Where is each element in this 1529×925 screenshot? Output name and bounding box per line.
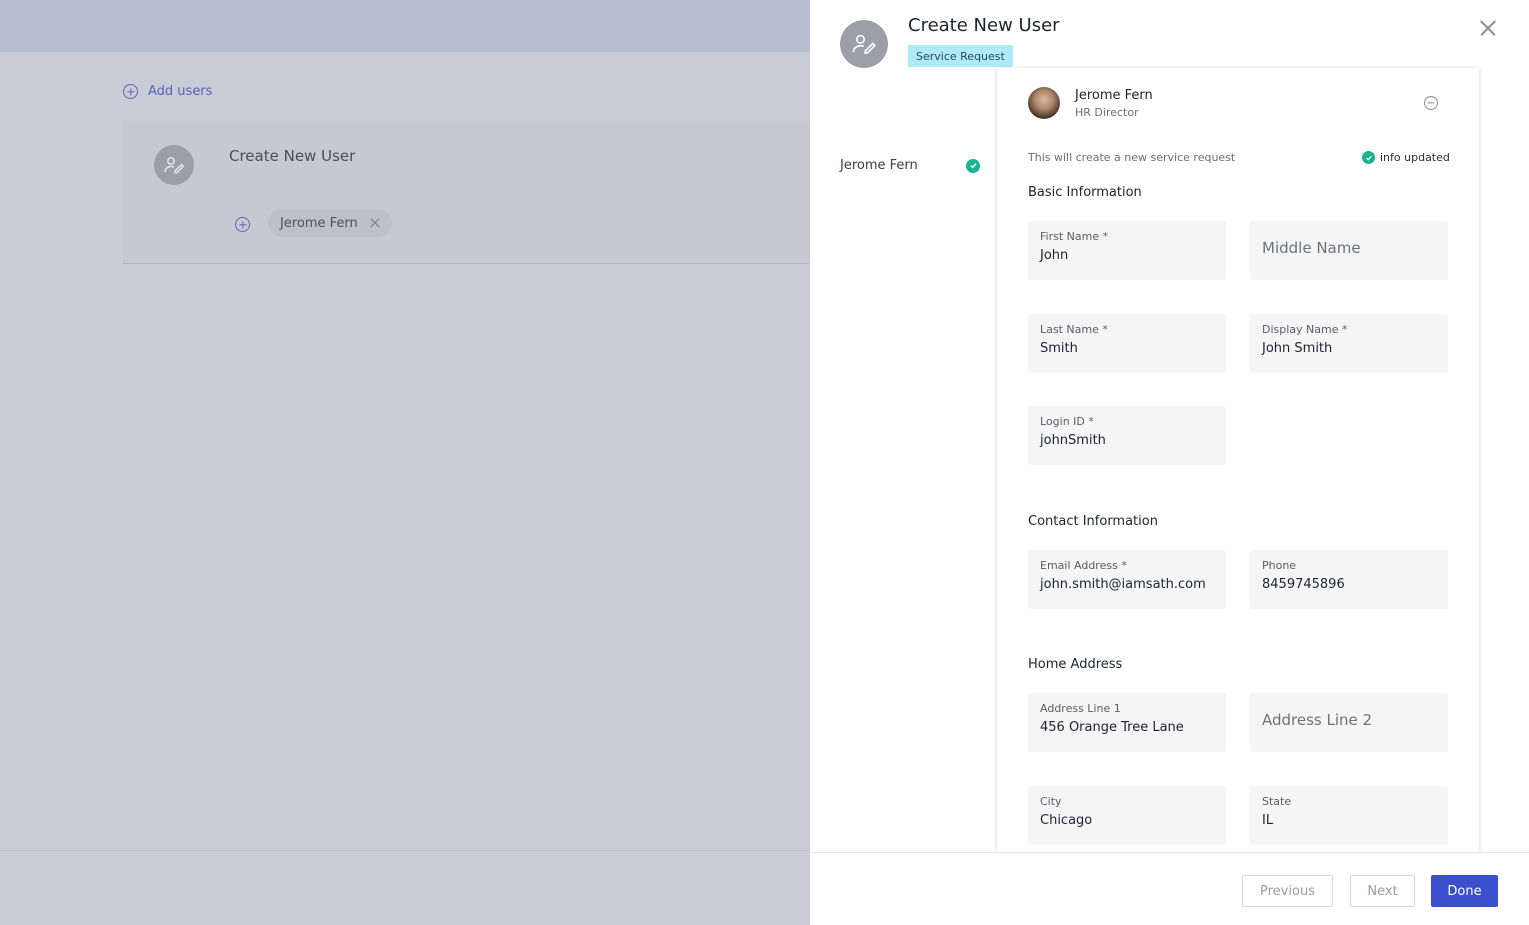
user-form: Jerome Fern HR Director This will create… [997,68,1479,852]
city-label: City [1040,795,1062,808]
first-name-label: First Name * [1040,230,1109,243]
phone-field[interactable]: Phone 8459745896 [1250,550,1448,609]
address-line-2-field[interactable]: Address Line 2 [1250,693,1448,752]
panel-footer-divider [810,852,1529,853]
address-line-1-value: 456 Orange Tree Lane [1040,720,1184,735]
close-icon[interactable] [370,218,380,228]
phone-label: Phone [1262,559,1297,572]
panel-title: Create New User [908,15,1060,36]
last-name-value: Smith [1040,341,1078,356]
done-button[interactable]: Done [1431,875,1498,907]
email-label: Email Address * [1040,559,1127,572]
state-label: State [1262,795,1292,808]
info-updated-label: info updated [1380,151,1450,164]
display-name-value: John Smith [1262,341,1333,356]
address-line-2-placeholder: Address Line 2 [1262,711,1373,729]
create-user-panel: Create New User Service Request Jerome F… [810,0,1529,925]
add-circle-icon [123,84,138,99]
login-id-label: Login ID * [1040,415,1094,428]
background-footer-divider [0,850,810,851]
address-line-1-label: Address Line 1 [1040,702,1121,715]
check-circle-icon [1362,151,1375,164]
login-id-field[interactable]: Login ID * johnSmith [1028,406,1226,465]
add-users-button[interactable]: Add users [123,84,212,99]
avatar [1028,87,1060,119]
nav-item-jerome-fern[interactable]: Jerome Fern [840,158,980,173]
request-note: This will create a new service request [1028,151,1236,164]
section-contact-information: Contact Information [1028,514,1158,529]
user-edit-icon [840,20,888,68]
add-users-label: Add users [148,84,213,99]
city-value: Chicago [1040,813,1093,828]
info-updated-status: info updated [1362,151,1450,164]
section-basic-information: Basic Information [1028,185,1142,200]
nav-item-label: Jerome Fern [840,158,918,173]
state-field[interactable]: State IL [1250,786,1448,845]
close-icon[interactable] [1478,18,1498,38]
remove-circle-icon[interactable] [1424,96,1438,110]
user-edit-icon [154,145,194,185]
middle-name-field[interactable]: Middle Name [1250,221,1448,280]
address-line-1-field[interactable]: Address Line 1 456 Orange Tree Lane [1028,693,1226,752]
first-name-field[interactable]: First Name * John [1028,221,1226,280]
first-name-value: John [1040,248,1069,263]
email-field[interactable]: Email Address * john.smith@iamsath.com [1028,550,1226,609]
check-circle-icon [966,158,980,173]
middle-name-placeholder: Middle Name [1262,239,1361,257]
display-name-label: Display Name * [1262,323,1348,336]
add-circle-icon[interactable] [235,217,250,232]
login-id-value: johnSmith [1040,433,1106,448]
user-chip-label: Jerome Fern [280,215,358,231]
next-button[interactable]: Next [1350,875,1415,907]
previous-button[interactable]: Previous [1242,875,1333,907]
user-chip[interactable]: Jerome Fern [268,209,392,237]
phone-value: 8459745896 [1262,577,1345,592]
background-request-card: Create New User Jerome Fern [123,122,810,264]
display-name-field[interactable]: Display Name * John Smith [1250,314,1448,373]
requester-name: Jerome Fern [1075,87,1153,103]
last-name-label: Last Name * [1040,323,1108,336]
service-request-badge: Service Request [908,45,1013,67]
last-name-field[interactable]: Last Name * Smith [1028,314,1226,373]
email-value: john.smith@iamsath.com [1040,577,1206,592]
state-value: IL [1262,813,1274,828]
section-home-address: Home Address [1028,657,1123,672]
background-card-title: Create New User [229,147,356,165]
requester-role: HR Director [1075,105,1139,119]
city-field[interactable]: City Chicago [1028,786,1226,845]
requester-info: Jerome Fern HR Director [1028,87,1153,119]
